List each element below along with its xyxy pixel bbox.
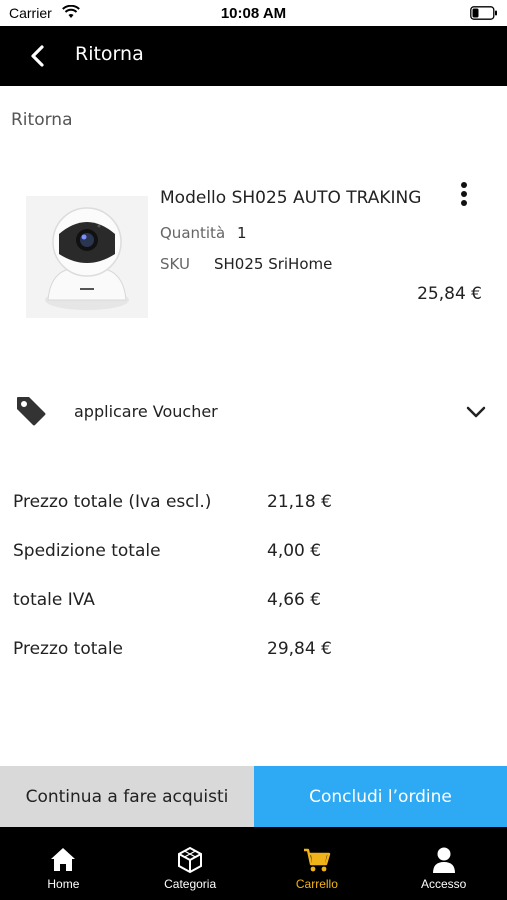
order-summary: Prezzo totale (Iva escl.) 21,18 € Spediz… xyxy=(0,478,507,674)
summary-row-total: Prezzo totale 29,84 € xyxy=(0,625,507,674)
tab-label: Categoria xyxy=(164,877,217,891)
breadcrumb[interactable]: Ritorna xyxy=(11,110,72,130)
product-image[interactable] xyxy=(26,196,148,318)
more-options-icon[interactable] xyxy=(454,180,474,210)
cart-item: Modello SH025 AUTO TRAKING Quantità 1 SK… xyxy=(0,170,507,340)
sku-value: SH025 SriHome xyxy=(214,255,333,273)
quantity-label: Quantità xyxy=(160,224,226,242)
nav-title: Ritorna xyxy=(75,43,144,65)
summary-row-vat: totale IVA 4,66 € xyxy=(0,576,507,625)
tab-carrello[interactable]: Carrello xyxy=(254,827,381,900)
summary-value: 4,66 € xyxy=(267,590,322,610)
summary-value: 4,00 € xyxy=(267,541,322,561)
summary-label: Prezzo totale (Iva escl.) xyxy=(13,492,212,512)
battery-icon xyxy=(470,6,497,20)
product-price: 25,84 € xyxy=(417,284,482,304)
tab-label: Home xyxy=(47,877,80,891)
summary-value: 21,18 € xyxy=(267,492,332,512)
tab-accesso[interactable]: Accesso xyxy=(380,827,507,900)
tag-icon xyxy=(17,397,46,426)
sku-label: SKU xyxy=(160,255,190,273)
tab-label: Accesso xyxy=(420,877,467,891)
cart-actions: Continua a fare acquisti Concludi l’ordi… xyxy=(0,766,507,827)
tab-categoria[interactable]: Categoria xyxy=(127,827,254,900)
checkout-button[interactable]: Concludi l’ordine xyxy=(254,766,507,827)
summary-value: 29,84 € xyxy=(267,639,332,659)
voucher-label: applicare Voucher xyxy=(74,402,218,421)
home-icon xyxy=(51,848,76,871)
continue-shopping-button[interactable]: Continua a fare acquisti xyxy=(0,766,254,827)
cube-icon xyxy=(178,846,203,874)
quantity-value: 1 xyxy=(237,224,247,242)
summary-label: totale IVA xyxy=(13,590,95,610)
nav-bar: Ritorna xyxy=(0,26,507,86)
tab-bar: Home Categoria Carrello Accesso xyxy=(0,827,507,900)
summary-row-subtotal: Prezzo totale (Iva escl.) 21,18 € xyxy=(0,478,507,527)
product-name: Modello SH025 AUTO TRAKING xyxy=(160,188,422,208)
clock: 10:08 AM xyxy=(220,5,287,22)
summary-label: Spedizione totale xyxy=(13,541,161,561)
back-arrow-icon[interactable] xyxy=(24,42,52,70)
tab-label: Carrello xyxy=(295,877,338,891)
tab-home[interactable]: Home xyxy=(0,827,127,900)
chevron-down-icon xyxy=(466,406,486,418)
cart-icon xyxy=(303,848,331,872)
user-icon xyxy=(432,847,455,873)
status-bar: Carrier 10:08 AM xyxy=(0,0,507,26)
summary-row-shipping: Spedizione totale 4,00 € xyxy=(0,527,507,576)
voucher-toggle[interactable]: applicare Voucher xyxy=(0,385,507,441)
summary-label: Prezzo totale xyxy=(13,639,124,659)
